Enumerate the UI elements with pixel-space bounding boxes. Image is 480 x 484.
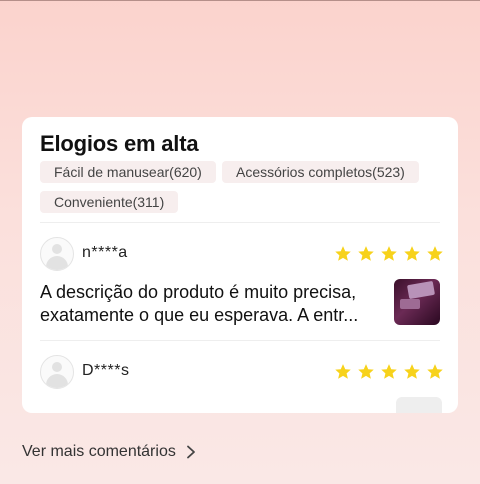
divider [40, 222, 440, 223]
tag-easy-to-use[interactable]: Fácil de manusear(620) [40, 161, 216, 183]
star-icon [404, 246, 420, 261]
section-title: Elogios em alta [40, 131, 199, 156]
review-username: D****s [82, 362, 130, 379]
avatar [40, 355, 74, 389]
star-icon [358, 246, 374, 261]
star-rating [334, 363, 444, 381]
see-more-label: Ver mais comentários [22, 443, 176, 460]
review-username: n****a [82, 244, 128, 261]
praise-card: Elogios em alta Fácil de manusear(620) A… [22, 117, 458, 413]
divider [40, 340, 440, 341]
star-icon [427, 246, 443, 261]
see-more-comments-link[interactable]: Ver mais comentários [22, 443, 196, 461]
star-icon [335, 364, 351, 379]
chevron-right-icon [186, 445, 195, 459]
top-border [0, 0, 480, 1]
review-photo-thumbnail[interactable] [396, 397, 442, 413]
avatar [40, 237, 74, 271]
review-photo-thumbnail[interactable] [394, 279, 440, 325]
star-icon [404, 364, 420, 379]
review-text[interactable]: A descrição do produto é muito precisa, … [40, 281, 380, 327]
star-icon [358, 364, 374, 379]
review-text-line: exatamente o que eu esperava. A entr... [40, 305, 359, 325]
star-rating [334, 245, 444, 263]
star-icon [381, 246, 397, 261]
tag-convenient[interactable]: Conveniente(311) [40, 191, 179, 213]
tag-complete-accessories[interactable]: Acessórios completos(523) [222, 161, 419, 183]
star-icon [427, 364, 443, 379]
review-text-line: A descrição do produto é muito precisa, [40, 282, 357, 302]
star-icon [335, 246, 351, 261]
star-icon [381, 364, 397, 379]
